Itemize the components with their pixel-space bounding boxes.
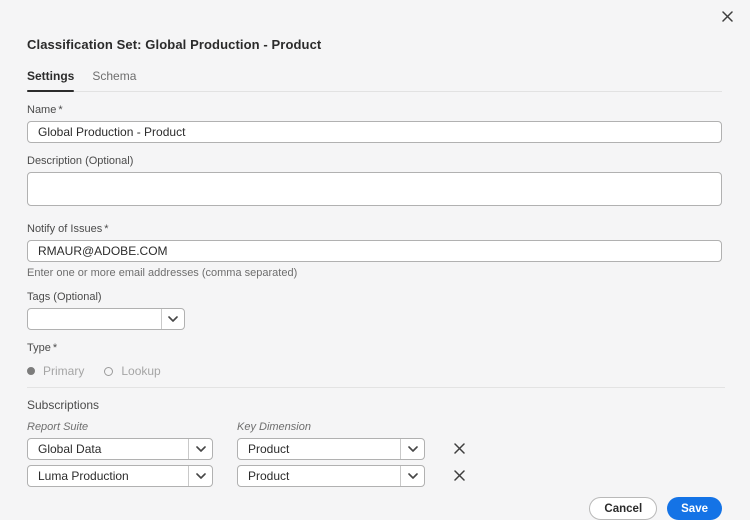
chevron-down-icon[interactable] <box>400 466 424 486</box>
subscription-row: Luma Production Product <box>27 465 722 487</box>
subscription-row: Global Data Product <box>27 438 722 460</box>
description-textarea[interactable] <box>27 172 722 206</box>
remove-subscription-button[interactable] <box>451 441 467 457</box>
radio-primary-label: Primary <box>43 364 84 378</box>
tags-label: Tags (Optional) <box>27 291 722 303</box>
close-icon <box>454 442 465 457</box>
required-asterisk: * <box>53 342 57 354</box>
required-asterisk: * <box>104 223 108 235</box>
chevron-down-icon[interactable] <box>400 439 424 459</box>
description-label: Description (Optional) <box>27 155 722 167</box>
subscriptions-heading: Subscriptions <box>27 398 722 412</box>
save-button[interactable]: Save <box>667 497 722 520</box>
notify-helper-text: Enter one or more email addresses (comma… <box>27 267 722 279</box>
remove-subscription-button[interactable] <box>451 468 467 484</box>
notify-input[interactable] <box>27 240 722 262</box>
radio-lookup-label: Lookup <box>121 364 160 378</box>
radio-primary[interactable]: Primary <box>27 364 84 378</box>
radio-unselected-icon <box>104 367 113 376</box>
report-suite-select[interactable]: Luma Production <box>27 465 213 487</box>
page-title: Classification Set: Global Production - … <box>27 0 722 52</box>
tags-field-group: Tags (Optional) <box>27 291 722 330</box>
description-field-group: Description (Optional) <box>27 155 722 211</box>
radio-selected-icon <box>27 367 35 375</box>
name-label: Name* <box>27 104 722 116</box>
report-suite-column-label: Report Suite <box>27 421 237 433</box>
subscriptions-column-headers: Report Suite Key Dimension <box>27 421 722 433</box>
tab-bar: Settings Schema <box>27 69 722 92</box>
type-radio-group: Primary Lookup <box>27 364 722 378</box>
chevron-down-icon[interactable] <box>161 309 184 329</box>
tags-value <box>28 309 161 329</box>
tab-schema[interactable]: Schema <box>92 69 136 91</box>
notify-field-group: Notify of Issues* Enter one or more emai… <box>27 223 722 279</box>
chevron-down-icon[interactable] <box>188 439 212 459</box>
key-dimension-column-label: Key Dimension <box>237 421 311 433</box>
name-field-group: Name* <box>27 104 722 143</box>
radio-lookup[interactable]: Lookup <box>104 364 160 378</box>
chevron-down-icon[interactable] <box>188 466 212 486</box>
key-dimension-select[interactable]: Product <box>237 465 425 487</box>
cancel-button[interactable]: Cancel <box>589 497 657 520</box>
report-suite-select[interactable]: Global Data <box>27 438 213 460</box>
tags-combobox[interactable] <box>27 308 185 330</box>
type-field-group: Type* Primary Lookup <box>27 342 722 378</box>
required-asterisk: * <box>58 104 62 116</box>
type-label: Type* <box>27 342 722 354</box>
close-button[interactable] <box>718 8 736 26</box>
dialog-footer: Cancel Save <box>27 497 722 520</box>
close-icon <box>454 469 465 484</box>
tab-settings[interactable]: Settings <box>27 69 74 91</box>
notify-label: Notify of Issues* <box>27 223 722 235</box>
name-input[interactable] <box>27 121 722 143</box>
classification-set-dialog: Classification Set: Global Production - … <box>0 0 750 520</box>
key-dimension-select[interactable]: Product <box>237 438 425 460</box>
section-divider <box>27 387 725 388</box>
close-icon <box>722 10 733 25</box>
